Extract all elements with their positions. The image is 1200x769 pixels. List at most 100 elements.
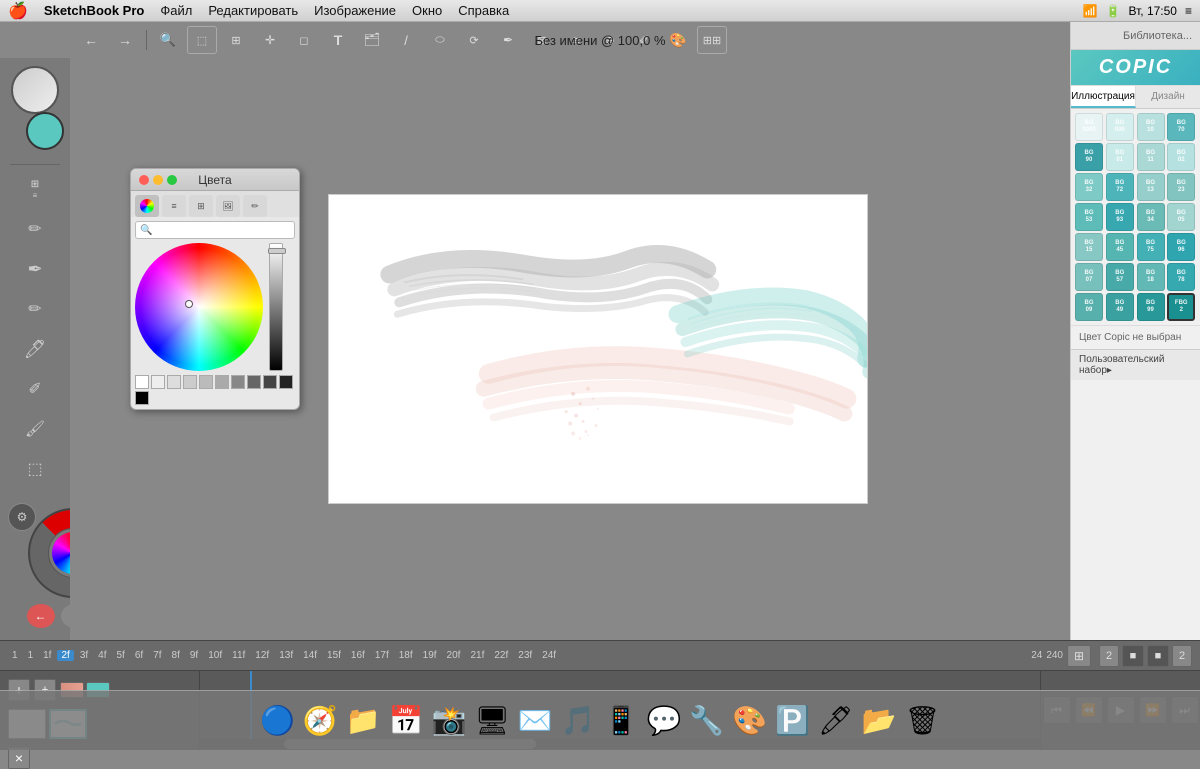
- frame-13f[interactable]: 13f: [275, 650, 297, 661]
- copic-swatch-6[interactable]: BG 11: [1137, 143, 1165, 171]
- shape1-button[interactable]: 🗂: [357, 26, 387, 54]
- timeline-expand-button[interactable]: ⊞: [1067, 645, 1091, 667]
- frame-9f[interactable]: 9f: [186, 650, 202, 661]
- frame-2f[interactable]: 2f: [57, 650, 73, 661]
- copic-swatch-22[interactable]: BG 18: [1137, 263, 1165, 291]
- swatch-5[interactable]: [215, 375, 229, 389]
- close-dialog-button[interactable]: [139, 175, 149, 185]
- swatch-6[interactable]: [231, 375, 245, 389]
- copic-swatch-16[interactable]: BG 15: [1075, 233, 1103, 261]
- copic-tab-design[interactable]: Дизайн: [1136, 86, 1200, 108]
- nav-settings-icon[interactable]: ⚙: [8, 503, 36, 531]
- text-button[interactable]: T: [323, 26, 353, 54]
- color-wheel-thumb[interactable]: [11, 66, 59, 114]
- menu-file[interactable]: Файл: [160, 3, 192, 18]
- copic-swatch-14[interactable]: BG 34: [1137, 203, 1165, 231]
- undo-nav-btn[interactable]: ←: [27, 604, 55, 628]
- frame-21f[interactable]: 21f: [466, 650, 488, 661]
- dock-app3[interactable]: 📁: [346, 704, 381, 737]
- menu-help[interactable]: Справка: [458, 3, 509, 18]
- undo-button[interactable]: ←: [76, 26, 106, 54]
- copic-swatch-11[interactable]: BG 23: [1167, 173, 1195, 201]
- swatch-9[interactable]: [279, 375, 293, 389]
- frame-8f[interactable]: 8f: [168, 650, 184, 661]
- swatch-black[interactable]: [135, 391, 149, 405]
- dock-files[interactable]: 📂: [862, 704, 897, 737]
- copic-swatch-26[interactable]: BG 99: [1137, 293, 1165, 321]
- dock-safari[interactable]: 🧭: [303, 704, 338, 737]
- menu-image[interactable]: Изображение: [314, 3, 396, 18]
- color-wheel-cursor[interactable]: [185, 300, 193, 308]
- color-search-bar[interactable]: 🔍: [135, 221, 295, 239]
- colorpicker-button[interactable]: 🎨: [663, 26, 693, 54]
- frame-6f[interactable]: 6f: [131, 650, 147, 661]
- copic-swatch-23[interactable]: BG 78: [1167, 263, 1195, 291]
- frame-7f[interactable]: 7f: [149, 650, 165, 661]
- frame-1a[interactable]: 1: [8, 650, 22, 661]
- zoom-button[interactable]: 🔍: [153, 26, 183, 54]
- swatch-8[interactable]: [263, 375, 277, 389]
- dock-app5[interactable]: 📸: [431, 704, 466, 737]
- color-tab-palette[interactable]: ⊞: [189, 195, 213, 217]
- copic-swatch-21[interactable]: BG 57: [1106, 263, 1134, 291]
- layers-button[interactable]: ⊞⊞: [697, 26, 727, 54]
- frame-24f[interactable]: 24f: [538, 650, 560, 661]
- copic-swatch-10[interactable]: BG 13: [1137, 173, 1165, 201]
- dock-calendar[interactable]: 📅: [389, 704, 424, 737]
- copic-swatch-5[interactable]: BG 01: [1106, 143, 1134, 171]
- transform-button[interactable]: ✛: [255, 26, 285, 54]
- color-tab-pencil[interactable]: ✏: [243, 195, 267, 217]
- copic-swatch-0[interactable]: BG 0000: [1075, 113, 1103, 141]
- dock-sketchbook[interactable]: 🎨: [732, 704, 767, 737]
- copic-swatch-18[interactable]: BG 75: [1137, 233, 1165, 261]
- dock-app14[interactable]: 🖊: [818, 704, 854, 737]
- copic-swatch-2[interactable]: BG 10: [1137, 113, 1165, 141]
- select-rect-button[interactable]: ⬚: [187, 26, 217, 54]
- frame-23f[interactable]: 23f: [514, 650, 536, 661]
- delete-frame-button[interactable]: ×: [8, 747, 30, 769]
- color-tab-wheel[interactable]: [135, 195, 159, 217]
- dock-music[interactable]: 🎵: [561, 704, 596, 737]
- copic-swatch-7[interactable]: BG 02: [1167, 143, 1195, 171]
- swatch-2[interactable]: [167, 375, 181, 389]
- curve-button[interactable]: ⟳: [459, 26, 489, 54]
- color-tab-image[interactable]: 🖼: [216, 195, 240, 217]
- swatch-3[interactable]: [183, 375, 197, 389]
- transform2-button[interactable]: ◻: [289, 26, 319, 54]
- pen-button[interactable]: ✒: [493, 26, 523, 54]
- stop-button[interactable]: ■: [1122, 645, 1144, 667]
- fps-value-display[interactable]: 2: [1099, 645, 1119, 667]
- dock-app10[interactable]: 💬: [647, 704, 682, 737]
- sidebar-tool-brush2[interactable]: ✒: [15, 251, 55, 287]
- frame-15f[interactable]: 15f: [323, 650, 345, 661]
- copic-swatch-24[interactable]: BG 09: [1075, 293, 1103, 321]
- sidebar-tool-brush4[interactable]: ✐: [15, 371, 55, 407]
- dock-app9[interactable]: 📱: [604, 704, 639, 737]
- drawing-canvas[interactable]: [328, 194, 868, 504]
- grid-button[interactable]: ⊠: [527, 26, 557, 54]
- frame-10f[interactable]: 10f: [204, 650, 226, 661]
- frame-19f[interactable]: 19f: [419, 650, 441, 661]
- copic-swatch-15[interactable]: BG 05: [1167, 203, 1195, 231]
- copic-swatch-8[interactable]: BG 32: [1075, 173, 1103, 201]
- sidebar-tool-brush5[interactable]: 🖌: [15, 411, 55, 447]
- sidebar-tool-brush3[interactable]: ✏: [15, 291, 55, 327]
- active-color-swatch[interactable]: [26, 112, 64, 150]
- frame-1b[interactable]: 1: [24, 650, 38, 661]
- copic-custom-set[interactable]: Пользовательский набор▸: [1071, 349, 1200, 380]
- swatch-7[interactable]: [247, 375, 261, 389]
- swatch-4[interactable]: [199, 375, 213, 389]
- copic-swatch-9[interactable]: BG 72: [1106, 173, 1134, 201]
- frame-16f[interactable]: 16f: [347, 650, 369, 661]
- copic-swatch-19[interactable]: BG 96: [1167, 233, 1195, 261]
- swatch-1[interactable]: [151, 375, 165, 389]
- copic-swatch-3[interactable]: BG 70: [1167, 113, 1195, 141]
- brightness-thumb[interactable]: [268, 248, 286, 254]
- maximize-dialog-button[interactable]: [167, 175, 177, 185]
- color-search-input[interactable]: [156, 224, 290, 236]
- sidebar-tool-brush1[interactable]: ✏: [15, 211, 55, 247]
- copic-swatch-17[interactable]: BG 45: [1106, 233, 1134, 261]
- frame-18f[interactable]: 18f: [395, 650, 417, 661]
- copic-swatch-13[interactable]: BG 93: [1106, 203, 1134, 231]
- frame-4f[interactable]: 4f: [94, 650, 110, 661]
